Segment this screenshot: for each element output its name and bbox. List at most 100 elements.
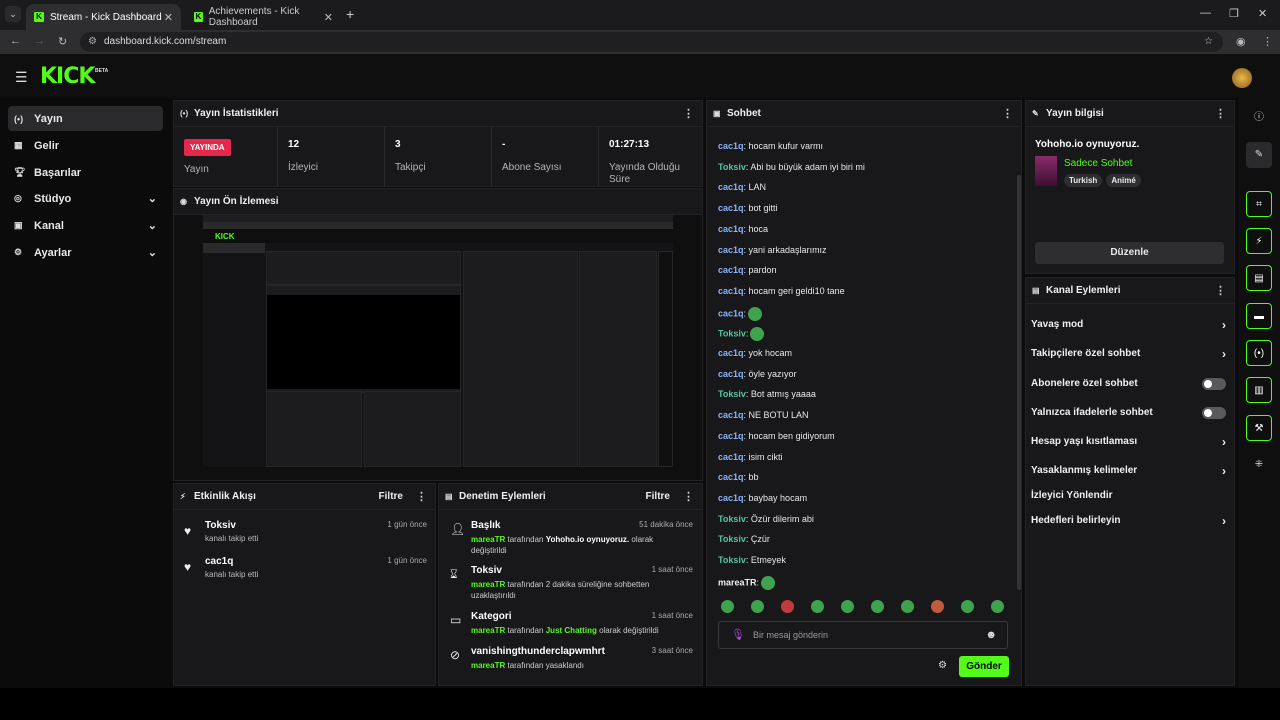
browser-tab-stream[interactable]: K Stream - Kick Dashboard ✕: [26, 4, 181, 30]
chat-settings-icon[interactable]: ⚙: [938, 660, 947, 671]
chat-username[interactable]: cac1q: [718, 182, 744, 192]
chat-username[interactable]: cac1q: [718, 203, 744, 213]
chat-username[interactable]: cac1q: [718, 245, 744, 255]
chat-username[interactable]: Toksiv: [718, 534, 746, 544]
emote-icon[interactable]: [721, 600, 734, 613]
moderator-name[interactable]: mareaTR: [471, 580, 505, 589]
tag-chip[interactable]: Turkish: [1064, 174, 1103, 187]
emotes-only-toggle[interactable]: [1202, 407, 1226, 419]
activity-user[interactable]: Toksiv: [205, 520, 236, 531]
tab-search-icon[interactable]: ⌄: [5, 6, 21, 22]
more-options-icon[interactable]: ⋮: [683, 107, 694, 120]
kick-logo[interactable]: KICK: [40, 64, 95, 89]
emote-icon[interactable]: [871, 600, 884, 613]
sidebar-item-studio[interactable]: ◎ Stüdyo ⌄: [8, 186, 163, 211]
pencil-icon[interactable]: ✎: [1246, 142, 1272, 168]
add-widget-icon[interactable]: ⁜: [1246, 452, 1272, 478]
edit-button[interactable]: Düzenle: [1035, 242, 1224, 264]
more-options-icon[interactable]: ⋮: [1215, 107, 1226, 120]
clip-icon[interactable]: ⌗: [1246, 191, 1272, 217]
subscribers-only-toggle[interactable]: [1202, 378, 1226, 390]
info-icon[interactable]: ⓘ: [1246, 105, 1272, 131]
chat-username[interactable]: Toksiv: [718, 162, 746, 172]
emote-icon[interactable]: [991, 600, 1004, 613]
microphone-icon[interactable]: 🎙︎: [731, 622, 745, 648]
chat-username[interactable]: Toksiv: [718, 514, 746, 524]
site-info-icon[interactable]: ⚙: [88, 32, 97, 52]
chat-username[interactable]: mareaTR: [718, 577, 757, 587]
more-options-icon[interactable]: ⋮: [683, 490, 694, 503]
sidebar-item-achievements[interactable]: 🏆︎ Başarılar: [8, 160, 163, 185]
chat-username[interactable]: Toksiv: [718, 328, 746, 338]
emote-icon[interactable]: [901, 600, 914, 613]
chat-username[interactable]: cac1q: [718, 348, 744, 358]
moderator-name[interactable]: mareaTR: [471, 661, 505, 670]
emote-icon[interactable]: [841, 600, 854, 613]
chat-username[interactable]: cac1q: [718, 472, 744, 482]
moderation-subject[interactable]: vanishingthunderclapwmhrt: [471, 646, 605, 657]
back-icon[interactable]: ←: [10, 35, 21, 47]
emote-icon[interactable]: [811, 600, 824, 613]
user-avatar[interactable]: [1232, 68, 1252, 88]
filter-button[interactable]: Filtre: [646, 491, 670, 502]
layout-icon[interactable]: ▥: [1246, 377, 1272, 403]
action-account-age[interactable]: Hesap yaşı kısıtlaması ›: [1031, 433, 1226, 451]
chat-username[interactable]: cac1q: [718, 493, 744, 503]
browser-menu-icon[interactable]: ⋮: [1262, 35, 1273, 48]
forward-icon[interactable]: →: [34, 35, 45, 47]
chat-username[interactable]: cac1q: [718, 141, 744, 151]
url-input[interactable]: ⚙ dashboard.kick.com/stream ☆: [80, 32, 1223, 52]
moderator-name[interactable]: mareaTR: [471, 626, 505, 635]
minimize-icon[interactable]: —: [1200, 7, 1211, 19]
tag-chip[interactable]: Animé: [1106, 174, 1141, 187]
action-slow-mode[interactable]: Yavaş mod ›: [1031, 316, 1226, 334]
browser-tab-achievements[interactable]: K Achievements - Kick Dashboard ✕: [186, 4, 341, 30]
hamburger-menu-icon[interactable]: ☰: [15, 69, 28, 86]
chat-username[interactable]: cac1q: [718, 265, 744, 275]
chat-username[interactable]: Toksiv: [718, 555, 746, 565]
send-button[interactable]: Gönder: [959, 656, 1009, 677]
emoji-picker-icon[interactable]: ☻: [985, 622, 997, 648]
action-banned-words[interactable]: Yasaklanmış kelimeler ›: [1031, 462, 1226, 480]
chat-username[interactable]: cac1q: [718, 431, 744, 441]
chat-username[interactable]: cac1q: [718, 410, 744, 420]
reload-icon[interactable]: ↻: [58, 35, 67, 48]
bookmark-star-icon[interactable]: ☆: [1204, 32, 1213, 52]
sidebar-item-settings[interactable]: ⚙ Ayarlar ⌄: [8, 240, 163, 265]
chat-username[interactable]: cac1q: [718, 369, 744, 379]
notes-icon[interactable]: ▤: [1246, 265, 1272, 291]
chat-username[interactable]: cac1q: [718, 452, 744, 462]
stream-preview-video[interactable]: KICK: [203, 215, 673, 467]
chat-username[interactable]: cac1q: [718, 286, 744, 296]
sidebar-item-stream[interactable]: (•) Yayın: [8, 106, 163, 131]
close-window-icon[interactable]: ✕: [1258, 7, 1267, 20]
chat-username[interactable]: Toksiv: [718, 389, 746, 399]
sidebar-item-channel[interactable]: ▣ Kanal ⌄: [8, 213, 163, 238]
chat-scrollbar[interactable]: [1017, 175, 1021, 590]
broadcast-icon[interactable]: (•): [1246, 340, 1272, 366]
action-set-goals[interactable]: Hedefleri belirleyin ›: [1031, 512, 1226, 530]
chat-username[interactable]: cac1q: [718, 308, 744, 318]
emote-icon[interactable]: [751, 600, 764, 613]
chat-message-input[interactable]: 🎙︎ Bir mesaj gönderin ☻: [718, 621, 1008, 649]
lightning-icon[interactable]: ⚡︎: [1246, 228, 1272, 254]
chat-bubble-icon[interactable]: ▬: [1246, 303, 1272, 329]
stream-category[interactable]: Sadece Sohbet: [1064, 158, 1132, 169]
close-tab-icon[interactable]: ✕: [164, 11, 173, 24]
more-options-icon[interactable]: ⋮: [1002, 107, 1013, 120]
more-options-icon[interactable]: ⋮: [416, 490, 427, 503]
emote-icon[interactable]: [931, 600, 944, 613]
moderator-name[interactable]: mareaTR: [471, 535, 505, 544]
filter-button[interactable]: Filtre: [379, 491, 403, 502]
moderation-subject[interactable]: Toksiv: [471, 565, 502, 576]
action-host-viewers[interactable]: İzleyici Yönlendir: [1031, 487, 1226, 505]
profile-icon[interactable]: ◉: [1236, 35, 1246, 48]
action-followers-only[interactable]: Takipçilere özel sohbet ›: [1031, 345, 1226, 363]
close-tab-icon[interactable]: ✕: [324, 11, 333, 24]
more-options-icon[interactable]: ⋮: [1215, 284, 1226, 297]
new-tab-icon[interactable]: +: [346, 6, 354, 22]
emote-icon[interactable]: [781, 600, 794, 613]
emote-icon[interactable]: [961, 600, 974, 613]
sidebar-item-revenue[interactable]: ▦ Gelir: [8, 133, 163, 158]
wrench-icon[interactable]: ⚒: [1246, 415, 1272, 441]
